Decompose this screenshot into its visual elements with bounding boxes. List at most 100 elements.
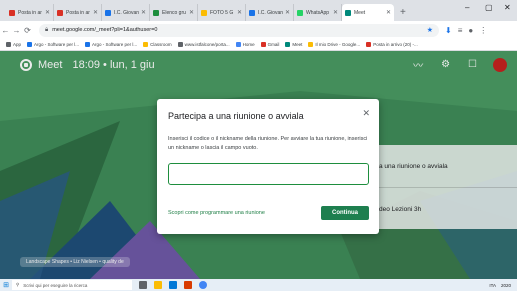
tab-label: FOTO 5 G (210, 9, 234, 16)
address-bar-row: ← → ⟳ 🔒︎ meet.google.com/_meet?pli=1&aut… (0, 21, 517, 39)
task-view-icon[interactable] (139, 281, 147, 289)
reload-icon[interactable]: ⟳ (22, 26, 33, 35)
bookmark-item[interactable]: Argo - Software per l... (85, 42, 137, 47)
bookmark-label: Home (242, 42, 255, 47)
profile-icon[interactable]: ● (468, 26, 473, 35)
bookmark-item[interactable]: Gmail (260, 42, 280, 47)
tab-7[interactable]: Meet ✕ (342, 4, 394, 21)
bookmark-label: Argo - Software per l... (34, 42, 80, 47)
tab-label: Elenco gru (162, 9, 186, 16)
tab-0[interactable]: Posta in ar ✕ (6, 4, 54, 21)
browser-menu-icon[interactable]: ⋮ (479, 26, 487, 35)
school-icon (105, 9, 111, 16)
bookmark-item[interactable]: Meet (285, 42, 302, 47)
tab-close-icon[interactable]: ✕ (283, 9, 290, 16)
taskbar: ⊞ ⚲ Scrivi qui per eseguire la ricerca I… (0, 279, 517, 291)
join-meeting-dialog: Partecipa a una riunione o avviala ✕ Ins… (157, 99, 379, 234)
continue-button[interactable]: Continua (321, 206, 369, 220)
dialog-title: Partecipa a una riunione o avviala (168, 111, 304, 121)
whatsapp-icon (297, 9, 303, 16)
tab-2[interactable]: I.C. Giovan ✕ (102, 4, 150, 21)
meeting-code-input[interactable] (168, 163, 369, 185)
bookmark-label: Gmail (267, 42, 280, 47)
tab-close-icon[interactable]: ✕ (331, 9, 338, 16)
bookmark-item[interactable]: App (6, 42, 21, 47)
taskbar-search-input[interactable]: ⚲ Scrivi qui per eseguire la ricerca (12, 280, 132, 290)
windows-start-icon[interactable]: ⊞ (0, 281, 12, 289)
bookmark-icon (177, 42, 183, 47)
tab-1[interactable]: Posta in ar ✕ (54, 4, 102, 21)
back-icon[interactable]: ← (0, 26, 11, 35)
bookmark-item[interactable]: Classroom (143, 42, 172, 47)
system-tray: ITA 2020 (484, 283, 511, 288)
bookmark-label: Classroom (150, 42, 172, 47)
tray-language[interactable]: ITA (489, 283, 496, 288)
search-icon: ⚲ (16, 282, 20, 287)
bookmark-label: Il mio Drive - Google... (315, 42, 361, 47)
new-tab-button[interactable]: + (394, 4, 412, 21)
bookmark-icon (27, 42, 33, 47)
maximize-icon[interactable]: ▢ (485, 3, 493, 12)
bookmark-item[interactable]: www.istfalcone/porta... (177, 42, 230, 47)
bookmark-label: www.istfalcone/porta... (184, 42, 230, 47)
tab-label: I.C. Giovan (258, 9, 284, 16)
browser-tab-bar: Posta in ar ✕ Posta in ar ✕ I.C. Giovan ✕ Elen… (0, 0, 517, 21)
bookmark-label: Posta in arrivo (20) -... (373, 42, 418, 47)
bookmark-icon (260, 42, 266, 47)
extensions-menu-icon[interactable]: ≡ (458, 26, 463, 35)
tab-3[interactable]: Elenco gru ✕ (150, 4, 198, 21)
lock-icon: 🔒︎ (45, 26, 49, 33)
tab-close-icon[interactable]: ✕ (91, 9, 98, 16)
tab-close-icon[interactable]: ✕ (384, 9, 391, 16)
url-input[interactable]: 🔒︎ meet.google.com/_meet?pli=1&authuser=… (39, 23, 439, 37)
tab-close-icon[interactable]: ✕ (235, 9, 242, 16)
bookmark-label: Meet (292, 42, 303, 47)
store-icon[interactable] (169, 281, 177, 289)
search-placeholder: Scrivi qui per eseguire la ricerca (23, 282, 88, 288)
office-icon[interactable] (184, 281, 192, 289)
minimize-icon[interactable]: – (465, 3, 469, 12)
tab-label: I.C. Giovan (114, 9, 140, 16)
bookmark-icon (85, 42, 91, 47)
tab-close-icon[interactable]: ✕ (187, 9, 194, 16)
bookmarks-bar: App Argo - Software per l... Argo - Softwa… (0, 39, 517, 51)
tab-label: Posta in ar (66, 9, 90, 16)
bookmark-icon (308, 42, 314, 47)
bookmark-item[interactable]: Argo - Software per l... (27, 42, 79, 47)
bookmark-icon (6, 42, 11, 47)
tab-label: Posta in ar (18, 9, 42, 16)
bookmark-icon (285, 42, 291, 47)
bookmark-icon (235, 42, 241, 47)
meet-icon (345, 9, 351, 16)
bookmark-item[interactable]: Il mio Drive - Google... (308, 42, 360, 47)
bookmark-icon (366, 42, 372, 47)
extension-icon[interactable]: ⬇ (445, 26, 452, 35)
tab-6[interactable]: WhatsApp ✕ (294, 4, 342, 21)
url-text: meet.google.com/_meet?pli=1&authuser=0 (52, 27, 158, 33)
forward-icon[interactable]: → (11, 26, 22, 35)
schedule-meeting-link[interactable]: Scopri come programmare una riunione (168, 210, 265, 216)
chrome-icon[interactable] (199, 281, 207, 289)
bookmark-label: App (13, 42, 22, 47)
tab-close-icon[interactable]: ✕ (43, 9, 50, 16)
tray-clock[interactable]: 2020 (501, 283, 511, 288)
file-explorer-icon[interactable] (154, 281, 162, 289)
close-window-icon[interactable]: ✕ (504, 3, 511, 12)
gmail-icon (57, 9, 63, 16)
classroom-icon (153, 9, 159, 16)
dialog-description: Inserisci il codice o il nickname della … (168, 136, 368, 151)
school-icon (249, 9, 255, 16)
bookmark-star-icon[interactable]: ★ (427, 26, 433, 34)
tab-4[interactable]: FOTO 5 G ✕ (198, 4, 246, 21)
bookmark-item[interactable]: Posta in arrivo (20) -... (366, 42, 418, 47)
tab-list: Posta in ar ✕ Posta in ar ✕ I.C. Giovan ✕ Elen… (0, 0, 394, 21)
bookmark-item[interactable]: Home (235, 42, 255, 47)
tab-label: Meet (354, 9, 366, 16)
close-icon[interactable]: ✕ (362, 108, 370, 119)
tab-5[interactable]: I.C. Giovan ✕ (246, 4, 294, 21)
tab-close-icon[interactable]: ✕ (139, 9, 146, 16)
gmail-icon (9, 9, 15, 16)
tab-label: WhatsApp (306, 9, 330, 16)
meet-page: Meet 18:09 • lun, 1 giu 〰 ⚙ ☐ a una riun… (0, 51, 517, 279)
bookmark-label: Argo - Software per l... (92, 42, 138, 47)
